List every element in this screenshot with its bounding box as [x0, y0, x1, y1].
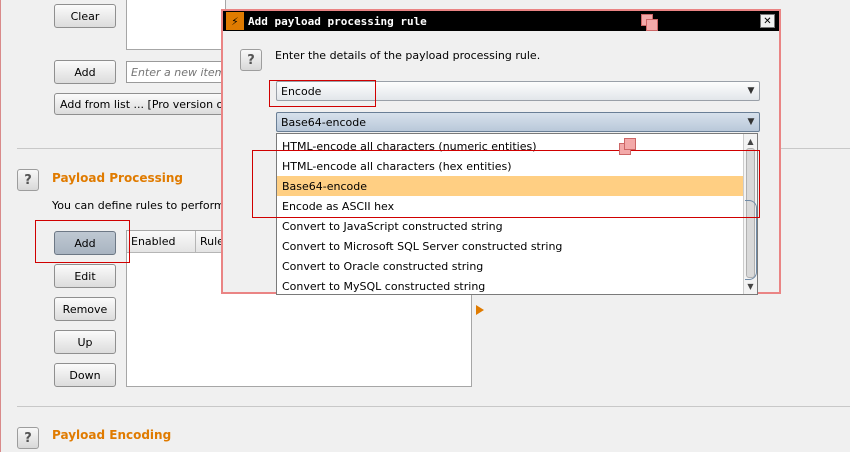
annotation-box [35, 220, 130, 263]
drag-ghost-icon [624, 138, 636, 150]
scroll-down-arrow-icon[interactable]: ▼ [745, 281, 756, 291]
list-item[interactable]: Convert to JavaScript constructed string [277, 216, 743, 236]
add-from-list-button[interactable]: Add from list ... [Pro version only] [54, 93, 224, 115]
list-item[interactable]: Convert to Microsoft SQL Server construc… [277, 236, 743, 256]
item-list[interactable] [126, 0, 226, 50]
help-icon[interactable]: ? [240, 49, 262, 71]
divider [17, 406, 850, 407]
annotation-box [252, 150, 760, 218]
dialog-title: Add payload processing rule [248, 14, 427, 28]
remove-rule-button[interactable]: Remove [54, 297, 116, 321]
left-border [0, 0, 1, 452]
payload-processing-title: Payload Processing [52, 171, 183, 185]
down-rule-button[interactable]: Down [54, 363, 116, 387]
dialog-titlebar: ⚡ Add payload processing rule [223, 11, 779, 31]
help-icon[interactable]: ? [17, 169, 39, 191]
help-icon[interactable]: ? [17, 427, 39, 449]
drag-ghost-icon [646, 19, 658, 31]
scroll-up-arrow-icon[interactable]: ▲ [745, 136, 756, 146]
list-item[interactable]: Convert to MySQL constructed string [277, 276, 743, 294]
column-divider [195, 231, 196, 253]
new-item-input[interactable] [126, 61, 226, 83]
encoding-dropdown[interactable]: Base64-encode ▼ [276, 112, 760, 132]
dropdown-arrow-icon: ▼ [747, 86, 755, 96]
column-header-enabled[interactable]: Enabled [131, 235, 175, 248]
edit-rule-button[interactable]: Edit [54, 264, 116, 288]
clear-button[interactable]: Clear [54, 4, 116, 28]
dropdown-arrow-icon: ▼ [747, 117, 755, 127]
add-item-button[interactable]: Add [54, 60, 116, 84]
close-icon[interactable]: ✕ [760, 14, 775, 28]
dialog-description: Enter the details of the payload process… [275, 49, 541, 62]
payload-processing-description: You can define rules to perform va [52, 199, 242, 212]
encoding-value: Base64-encode [281, 115, 367, 129]
annotation-box [269, 80, 376, 107]
play-arrow-icon [476, 305, 484, 315]
burp-logo-icon: ⚡ [226, 12, 244, 30]
list-item[interactable]: Convert to Oracle constructed string [277, 256, 743, 276]
up-rule-button[interactable]: Up [54, 330, 116, 354]
payload-encoding-title: Payload Encoding [52, 428, 172, 442]
